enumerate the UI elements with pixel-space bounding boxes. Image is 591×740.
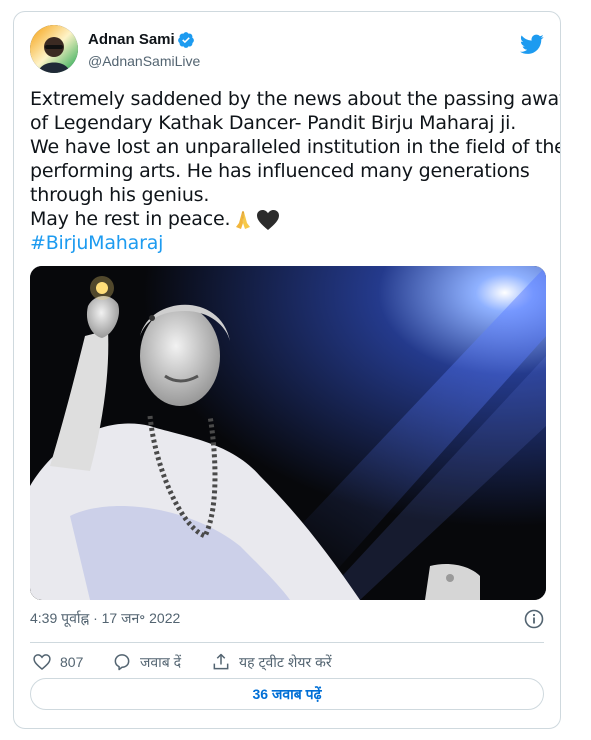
dancer-photo-icon <box>30 266 546 600</box>
author-name-row[interactable]: Adnan Sami <box>88 31 195 49</box>
tweet-timestamp[interactable]: 4:39 पूर्वाह्न · 17 जन॰ 2022 <box>30 609 180 627</box>
twitter-bird-icon[interactable] <box>520 32 544 56</box>
tweet-card: Adnan Sami @AdnanSamiLive Extremely sadd… <box>13 11 561 729</box>
verified-badge-icon <box>177 32 194 48</box>
like-button[interactable]: 807 <box>32 650 83 674</box>
heart-icon <box>33 654 51 671</box>
hashtag-link[interactable]: #BirjuMaharaj <box>30 231 550 255</box>
reply-button[interactable]: जवाब दें <box>112 650 181 674</box>
tweet-text-line: Extremely saddened by the news about the… <box>30 88 561 110</box>
tweet-text: Extremely saddened by the news about the… <box>30 87 561 255</box>
tweet-actions: 807 जवाब दें यह ट्वीट शेयर करें <box>30 650 550 674</box>
share-label: यह ट्वीट शेयर करें <box>239 653 332 670</box>
tweet-header: Adnan Sami @AdnanSamiLive <box>30 22 544 80</box>
author-display-name[interactable]: Adnan Sami <box>88 31 175 48</box>
tweet-text-last-line: May he rest in peace. <box>30 207 550 231</box>
share-icon <box>213 653 229 670</box>
avatar[interactable] <box>30 25 78 73</box>
share-button[interactable]: यह ट्वीट शेयर करें <box>211 650 332 674</box>
tweet-photo[interactable] <box>30 266 546 600</box>
reply-icon <box>114 654 130 671</box>
tweet-text-line: We have lost an unparalleled institution… <box>30 136 561 158</box>
author-handle[interactable]: @AdnanSamiLive <box>88 52 200 70</box>
like-count: 807 <box>60 654 84 670</box>
tweet-text-line: of Legendary Kathak Dancer- Pandit Birju… <box>30 112 517 134</box>
info-icon[interactable] <box>524 609 544 629</box>
read-replies-button[interactable]: 36 जवाब पढ़ें <box>30 678 544 710</box>
divider <box>30 642 544 643</box>
tweet-text-line: May he rest in peace. <box>30 208 231 230</box>
tweet-text-line: performing arts. He has influenced many … <box>30 160 530 182</box>
reply-label: जवाब दें <box>140 653 182 670</box>
black-heart-icon <box>257 209 280 230</box>
tweet-text-line: through his genius. <box>30 184 210 206</box>
folded-hands-icon <box>236 210 251 229</box>
